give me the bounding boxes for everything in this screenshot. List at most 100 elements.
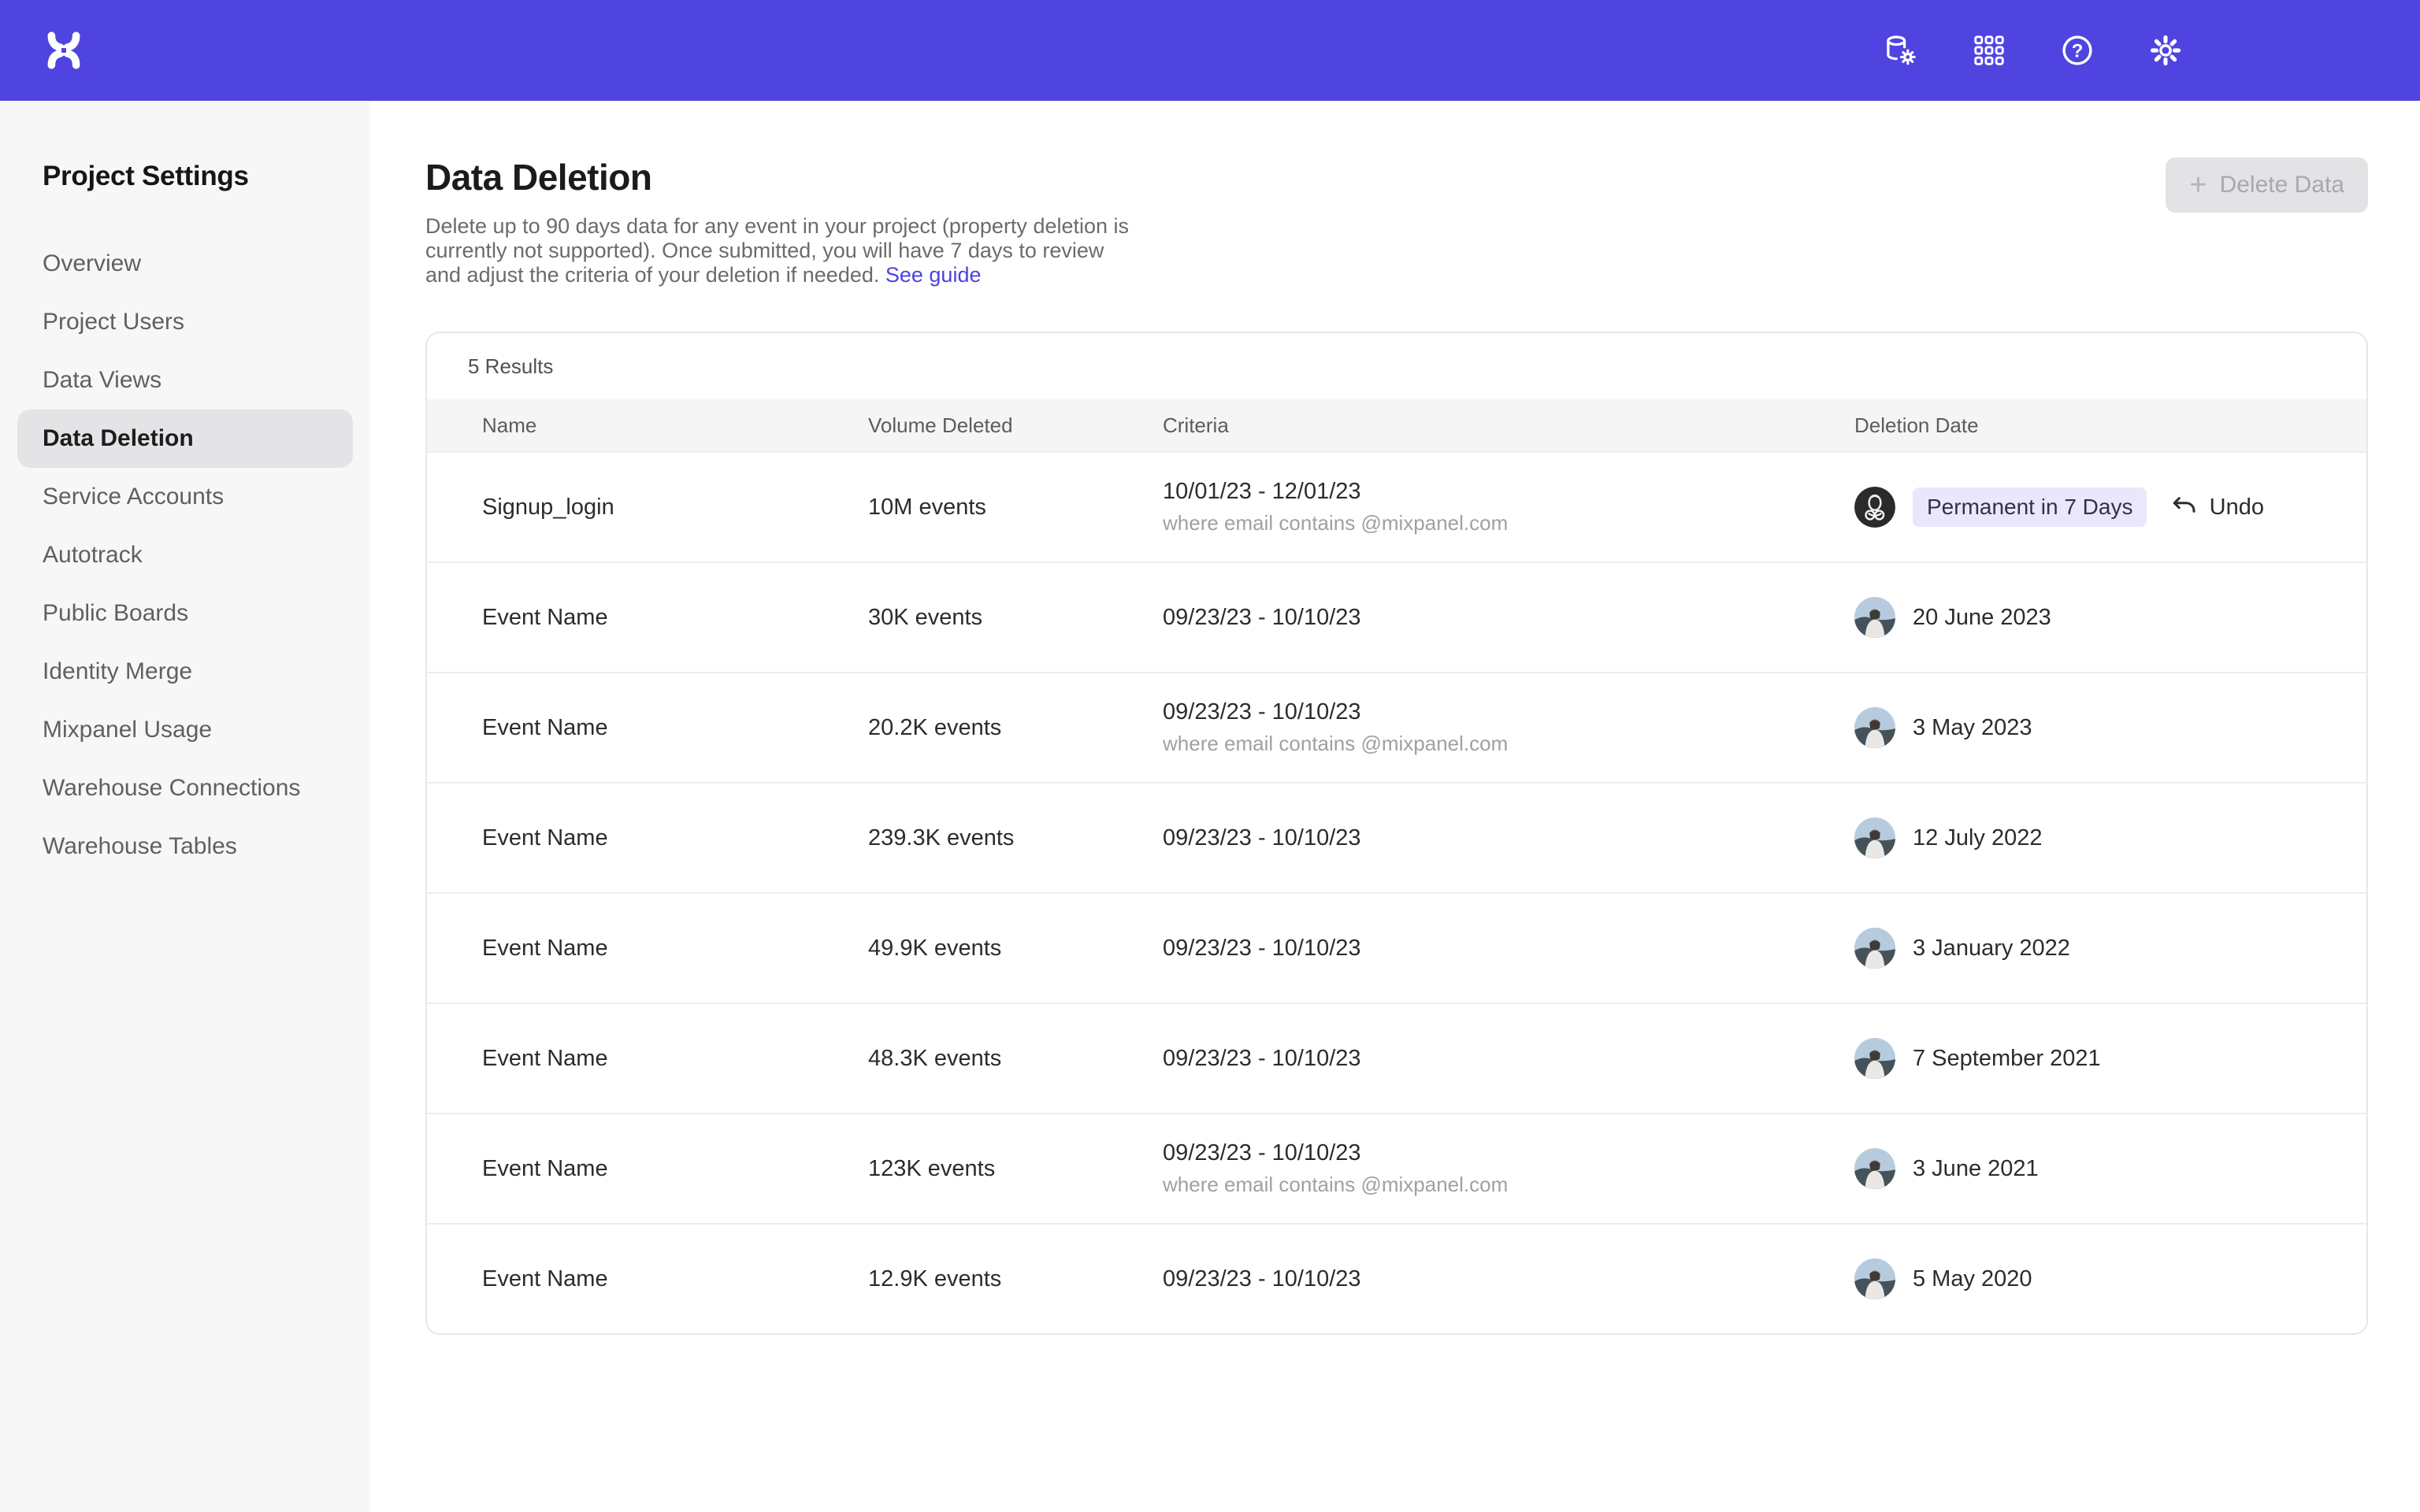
sidebar-item-service-accounts[interactable]: Service Accounts xyxy=(17,468,353,526)
row-volume: 49.9K events xyxy=(868,936,1163,962)
row-criteria: 09/23/23 - 10/10/23 where email contains… xyxy=(1163,699,1854,756)
sidebar-item-warehouse-tables[interactable]: Warehouse Tables xyxy=(17,817,353,876)
results-count: 5 Results xyxy=(427,333,2366,399)
table-row: Event Name 123K events 09/23/23 - 10/10/… xyxy=(427,1113,2366,1223)
deletion-date-text: 5 May 2020 xyxy=(1913,1266,2032,1292)
sidebar-item-label: Data Deletion xyxy=(43,425,194,452)
mixpanel-logo[interactable] xyxy=(44,31,84,70)
row-deletion-date-cell: 7 September 2021 xyxy=(1854,1038,2311,1079)
deletion-date-text: 3 May 2023 xyxy=(1913,715,2032,741)
page-title: Data Deletion xyxy=(425,156,1138,198)
row-volume: 12.9K events xyxy=(868,1266,1163,1292)
sidebar-item-data-deletion[interactable]: Data Deletion xyxy=(17,410,353,468)
row-criteria-filter: where email contains @mixpanel.com xyxy=(1163,1173,1854,1197)
row-deletion-date-cell: 12 July 2022 xyxy=(1854,817,2311,858)
sidebar-item-label: Public Boards xyxy=(43,600,188,627)
page-description-text: Delete up to 90 days data for any event … xyxy=(425,214,1129,287)
column-header-volume: Volume Deleted xyxy=(868,413,1163,438)
svg-text:?: ? xyxy=(2072,40,2084,61)
row-deletion-date-cell: 3 January 2022 xyxy=(1854,928,2311,969)
row-deletion-date-cell: 5 May 2020 xyxy=(1854,1258,2311,1299)
undo-icon xyxy=(2170,493,2199,521)
row-criteria-filter: where email contains @mixpanel.com xyxy=(1163,732,1854,756)
sidebar-item-label: Identity Merge xyxy=(43,658,192,685)
row-criteria-range: 09/23/23 - 10/10/23 xyxy=(1163,699,1854,725)
settings-gear-icon[interactable] xyxy=(2147,32,2184,69)
row-criteria-range: 09/23/23 - 10/10/23 xyxy=(1163,1140,1854,1166)
sidebar-item-label: Project Users xyxy=(43,309,184,335)
table-row: Signup_login 10M events 10/01/23 - 12/01… xyxy=(427,451,2366,561)
sidebar-item-label: Data Views xyxy=(43,367,161,394)
column-header-deletion-date: Deletion Date xyxy=(1854,413,2311,438)
sidebar-title: Project Settings xyxy=(0,161,370,192)
row-name: Event Name xyxy=(482,825,868,851)
apps-grid-icon[interactable] xyxy=(1971,32,2007,69)
row-name: Event Name xyxy=(482,605,868,631)
sidebar-item-label: Warehouse Tables xyxy=(43,833,237,860)
deletion-date-text: 7 September 2021 xyxy=(1913,1046,2101,1072)
row-criteria: 10/01/23 - 12/01/23 where email contains… xyxy=(1163,479,1854,536)
page-description: Delete up to 90 days data for any event … xyxy=(425,214,1138,287)
row-criteria-range: 09/23/23 - 10/10/23 xyxy=(1163,1046,1854,1072)
sidebar-list: Overview Project Users Data Views Data D… xyxy=(0,235,370,876)
delete-data-button[interactable]: + Delete Data xyxy=(2166,158,2368,213)
deletion-date-text: 12 July 2022 xyxy=(1913,825,2042,851)
row-deletion-date-cell: 3 June 2021 xyxy=(1854,1148,2311,1189)
sidebar-item-autotrack[interactable]: Autotrack xyxy=(17,526,353,584)
row-name: Event Name xyxy=(482,1046,868,1072)
table-row: Event Name 20.2K events 09/23/23 - 10/10… xyxy=(427,672,2366,782)
undo-button[interactable]: Undo xyxy=(2170,493,2264,521)
deletion-status-badge: Permanent in 7 Days xyxy=(1913,487,2147,527)
sidebar-item-project-users[interactable]: Project Users xyxy=(17,293,353,351)
sidebar-item-label: Warehouse Connections xyxy=(43,775,300,802)
user-avatar-photo xyxy=(1854,707,1895,748)
plus-icon: + xyxy=(2189,170,2207,200)
user-avatar-photo xyxy=(1854,817,1895,858)
user-avatar-photo xyxy=(1854,1038,1895,1079)
row-name: Event Name xyxy=(482,715,868,741)
row-deletion-date-cell: 20 June 2023 xyxy=(1854,597,2311,638)
row-criteria: 09/23/23 - 10/10/23 xyxy=(1163,1046,1854,1072)
delete-data-button-label: Delete Data xyxy=(2220,172,2344,198)
row-name: Event Name xyxy=(482,1266,868,1292)
sidebar-item-warehouse-connections[interactable]: Warehouse Connections xyxy=(17,759,353,817)
column-header-criteria: Criteria xyxy=(1163,413,1854,438)
row-criteria: 09/23/23 - 10/10/23 xyxy=(1163,825,1854,851)
sidebar-item-label: Autotrack xyxy=(43,542,143,569)
help-icon[interactable]: ? xyxy=(2059,32,2095,69)
sidebar-item-identity-merge[interactable]: Identity Merge xyxy=(17,643,353,701)
see-guide-link[interactable]: See guide xyxy=(885,263,982,287)
table-row: Event Name 30K events 09/23/23 - 10/10/2… xyxy=(427,561,2366,672)
data-management-icon[interactable] xyxy=(1883,32,1919,69)
sidebar-item-data-views[interactable]: Data Views xyxy=(17,351,353,410)
row-criteria-range: 10/01/23 - 12/01/23 xyxy=(1163,479,1854,505)
user-avatar-photo xyxy=(1854,928,1895,969)
row-volume: 10M events xyxy=(868,495,1163,521)
row-volume: 30K events xyxy=(868,605,1163,631)
table-row: Event Name 48.3K events 09/23/23 - 10/10… xyxy=(427,1002,2366,1113)
sidebar-item-overview[interactable]: Overview xyxy=(17,235,353,293)
row-deletion-date-cell: 3 May 2023 xyxy=(1854,707,2311,748)
sidebar-item-public-boards[interactable]: Public Boards xyxy=(17,584,353,643)
sidebar: Project Settings Overview Project Users … xyxy=(0,101,370,1512)
user-avatar-photo xyxy=(1854,597,1895,638)
row-criteria: 09/23/23 - 10/10/23 where email contains… xyxy=(1163,1140,1854,1197)
sidebar-item-label: Service Accounts xyxy=(43,484,224,510)
deletion-table-card: 5 Results Name Volume Deleted Criteria D… xyxy=(425,332,2368,1335)
row-criteria-filter: where email contains @mixpanel.com xyxy=(1163,511,1854,536)
row-criteria-range: 09/23/23 - 10/10/23 xyxy=(1163,825,1854,851)
sidebar-item-label: Overview xyxy=(43,250,141,277)
table-row: Event Name 239.3K events 09/23/23 - 10/1… xyxy=(427,782,2366,892)
sidebar-item-mixpanel-usage[interactable]: Mixpanel Usage xyxy=(17,701,353,759)
row-name: Event Name xyxy=(482,936,868,962)
undo-button-label: Undo xyxy=(2210,495,2264,521)
topbar-icon-group: ? xyxy=(1883,32,2184,69)
page-header: Data Deletion Delete up to 90 days data … xyxy=(425,156,2368,287)
row-criteria: 09/23/23 - 10/10/23 xyxy=(1163,605,1854,631)
user-avatar-photo xyxy=(1854,1148,1895,1189)
main-content: Data Deletion Delete up to 90 days data … xyxy=(370,101,2420,1512)
user-avatar-illustration xyxy=(1854,487,1895,528)
row-criteria: 09/23/23 - 10/10/23 xyxy=(1163,936,1854,962)
user-avatar-photo xyxy=(1854,1258,1895,1299)
table-header-row: Name Volume Deleted Criteria Deletion Da… xyxy=(427,399,2366,451)
